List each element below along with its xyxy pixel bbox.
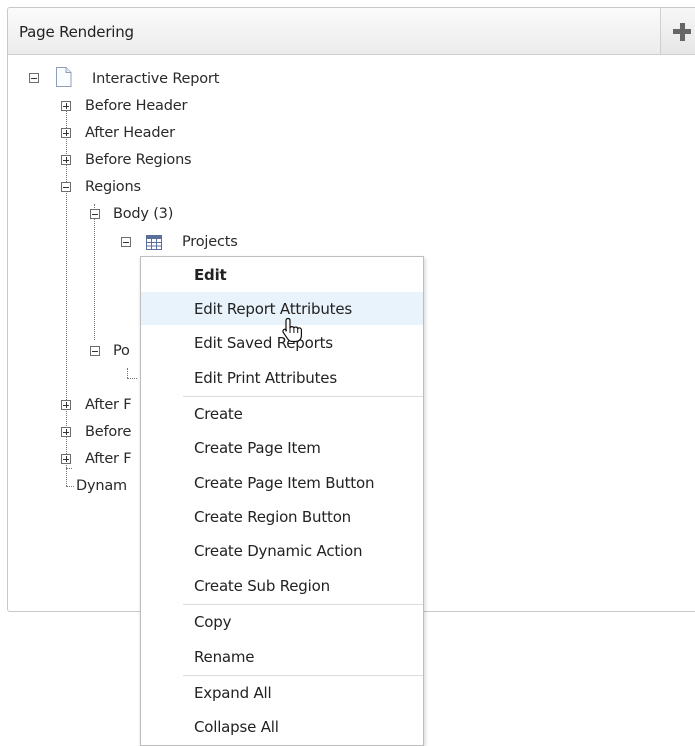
tree-node-body[interactable]: Body (3): [113, 206, 173, 222]
tree-node-dynamic[interactable]: Dynam: [76, 478, 127, 494]
menu-item-create-region-button[interactable]: Create Region Button: [141, 500, 423, 533]
tree-node-regions[interactable]: Regions: [85, 179, 141, 195]
tree-node-projects[interactable]: Projects: [182, 234, 238, 250]
tree-expand-toggle[interactable]: [61, 454, 71, 464]
menu-item-copy[interactable]: Copy: [141, 605, 423, 638]
tree-expand-toggle[interactable]: [61, 155, 71, 165]
tree-expand-toggle[interactable]: [61, 427, 71, 437]
tree-expand-toggle[interactable]: [61, 101, 71, 111]
menu-item-expand-all[interactable]: Expand All: [141, 676, 423, 709]
tree-node-po[interactable]: Po: [113, 343, 130, 359]
menu-item-create-sub-region[interactable]: Create Sub Region: [141, 569, 423, 602]
tree-collapse-toggle[interactable]: [90, 346, 100, 356]
tree-node-after-header[interactable]: After Header: [85, 125, 175, 141]
tree-node-before[interactable]: Before: [85, 424, 131, 440]
tree-node-before-header[interactable]: Before Header: [85, 98, 187, 114]
menu-item-create-page-item[interactable]: Create Page Item: [141, 431, 423, 464]
panel-title: Page Rendering: [19, 23, 134, 41]
menu-item-collapse-all[interactable]: Collapse All: [141, 710, 423, 743]
tree-node-before-regions[interactable]: Before Regions: [85, 152, 192, 168]
tree-expand-toggle[interactable]: [61, 400, 71, 410]
panel-header: Page Rendering: [8, 8, 695, 55]
report-grid-icon: [146, 235, 162, 250]
tree-node-after-f[interactable]: After F: [85, 397, 132, 413]
menu-item-create[interactable]: Create: [141, 397, 423, 430]
tree-node-interactive-report[interactable]: Interactive Report: [92, 71, 219, 87]
menu-item-edit-print-attributes[interactable]: Edit Print Attributes: [141, 361, 423, 394]
tree-collapse-toggle[interactable]: [90, 209, 100, 219]
tree-connector: [94, 204, 95, 340]
page-icon: [56, 67, 72, 87]
tree-expand-toggle[interactable]: [61, 128, 71, 138]
menu-item-edit[interactable]: Edit: [141, 258, 423, 291]
tree-connector: [127, 378, 137, 379]
menu-item-create-page-item-button[interactable]: Create Page Item Button: [141, 466, 423, 499]
tree-connector: [127, 368, 128, 378]
tree-collapse-toggle[interactable]: [121, 237, 131, 247]
tree-collapse-toggle[interactable]: [29, 73, 39, 83]
hand-pointer-cursor: [282, 317, 302, 343]
menu-item-create-dynamic-action[interactable]: Create Dynamic Action: [141, 534, 423, 567]
menu-item-rename[interactable]: Rename: [141, 640, 423, 673]
tree-node-after-f-2[interactable]: After F: [85, 451, 132, 467]
add-button[interactable]: [660, 8, 695, 54]
tree-collapse-toggle[interactable]: [61, 182, 71, 192]
